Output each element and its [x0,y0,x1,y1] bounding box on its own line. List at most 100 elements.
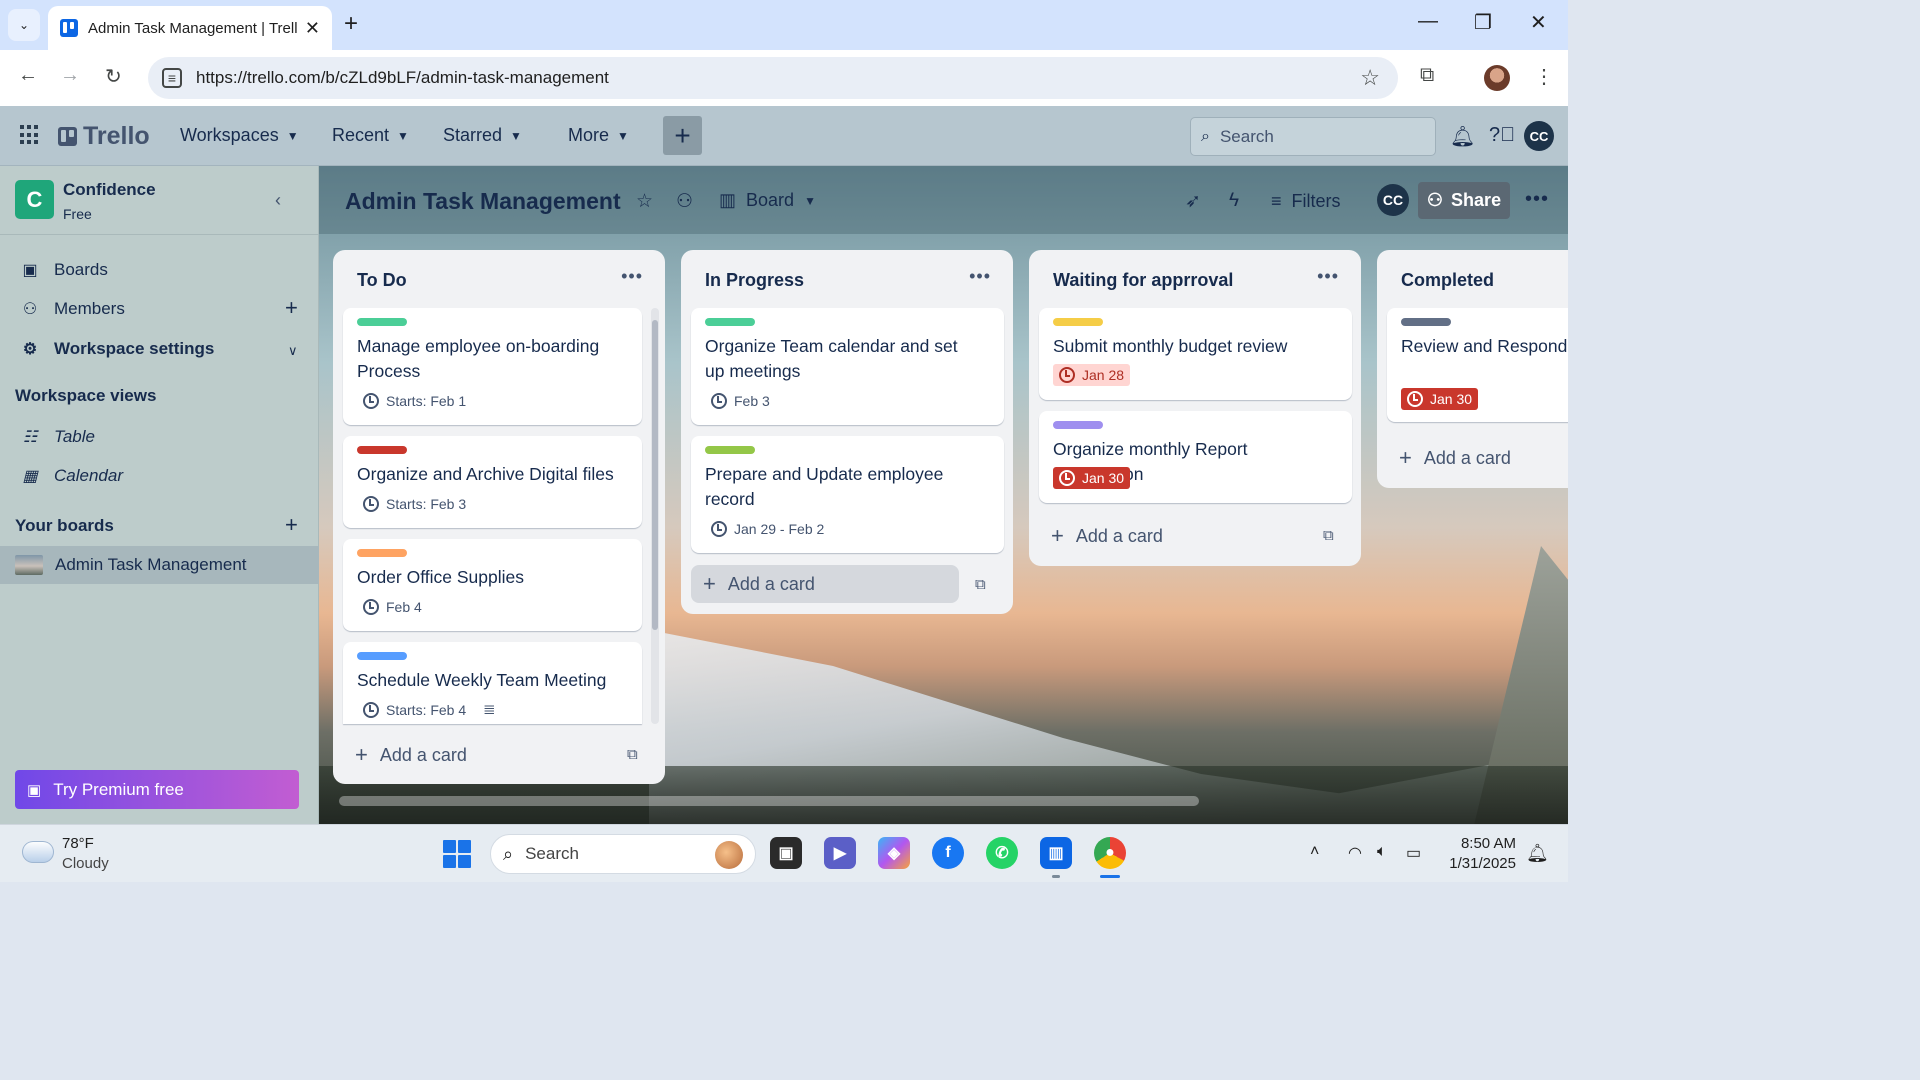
star-board-icon[interactable]: ☆ [636,190,653,213]
card[interactable]: Prepare and Update employee record Jan 2… [691,436,1004,553]
try-premium-button[interactable]: ▣ Try Premium free [15,770,299,809]
minimize-icon[interactable]: — [1418,10,1438,33]
list-title[interactable]: In Progress [705,270,804,291]
site-settings-icon[interactable]: ≡ [162,68,182,88]
power-ups-rocket-icon[interactable]: ➶ [1185,190,1201,213]
add-card-button[interactable]: + Add a card [1039,517,1307,555]
card[interactable]: Manage employee on-boarding Process Star… [343,308,642,425]
facebook-icon[interactable]: f [932,837,964,869]
notification-bell-icon[interactable]: 🔔︎ [1526,843,1549,864]
list-completed: Completed Review and Respond to inquirie… [1377,250,1568,488]
list-scrollbar[interactable] [651,308,659,724]
chrome-icon[interactable]: ● [1094,837,1126,869]
help-icon[interactable]: ?⃝ [1489,124,1515,147]
notifications-icon[interactable]: 🔔︎ [1450,124,1475,149]
tab-search-button[interactable]: ⌄ [8,9,40,41]
teams-icon[interactable]: ▶ [824,837,856,869]
board-menu-icon[interactable]: ••• [1525,188,1549,211]
list-menu-icon[interactable]: ••• [969,266,991,287]
list-title[interactable]: To Do [357,270,407,291]
chevron-down-icon[interactable]: ∨ [288,343,298,359]
list-to-do: To Do ••• Manage employee on-boarding Pr… [333,250,665,784]
browser-menu-icon[interactable]: ⋮ [1534,64,1554,89]
trello-app-icon[interactable]: ▥ [1040,837,1072,869]
volume-icon[interactable]: 🔈︎ [1377,843,1387,861]
divider [0,234,319,235]
wifi-icon[interactable]: ◠ [1348,843,1362,863]
scrollbar-thumb[interactable] [652,320,658,630]
account-avatar[interactable]: CC [1524,121,1554,151]
sidebar-item-workspace-settings[interactable]: ⚙ Workspace settings [20,339,214,359]
cloud-icon[interactable] [22,841,54,863]
browser-tab-active[interactable]: Admin Task Management | Trello ✕ [48,6,332,50]
card-template-icon[interactable]: ⧉ [975,576,986,593]
board-member-avatar[interactable]: CC [1377,184,1409,216]
board-title[interactable]: Admin Task Management [345,188,621,215]
window-close-icon[interactable]: ✕ [1530,10,1547,35]
nav-recent[interactable]: Recent ▼ [332,125,409,146]
sidebar-item-members[interactable]: ⚇ Members [20,299,125,319]
clock-time[interactable]: 8:50 AM [1458,835,1516,852]
back-arrow-icon[interactable]: ← [18,64,38,87]
reload-icon[interactable]: ↻ [105,64,122,89]
clock-icon [363,702,379,718]
board-horizontal-scrollbar[interactable] [339,796,1199,806]
card-template-icon[interactable]: ⧉ [627,746,638,763]
sidebar-item-table[interactable]: ☷ Table [20,427,95,447]
copilot-icon[interactable]: ◈ [878,837,910,869]
card[interactable]: Organize monthly Report Submission Jan 3… [1039,411,1352,503]
chevron-up-icon[interactable]: ˄ [1310,843,1319,861]
address-bar[interactable]: ≡ https://trello.com/b/cZLd9bLF/admin-ta… [148,57,1398,99]
app-switcher-icon[interactable] [20,125,40,145]
add-card-button[interactable]: + Add a card [691,565,959,603]
sidebar-item-calendar[interactable]: ▦ Calendar [20,466,123,486]
list-title[interactable]: Waiting for apprroval [1053,270,1233,291]
weather-condition[interactable]: Cloudy [62,855,109,872]
card[interactable]: Organize Team calendar and set up meetin… [691,308,1004,425]
card[interactable]: Schedule Weekly Team Meeting Starts: Feb… [343,642,642,724]
workspace-name[interactable]: Confidence [63,180,156,200]
share-button[interactable]: ⚇ Share [1418,182,1510,219]
create-button[interactable]: + [663,116,702,155]
nav-starred[interactable]: Starred ▼ [443,125,522,146]
list-menu-icon[interactable]: ••• [1317,266,1339,287]
url-text[interactable]: https://trello.com/b/cZLd9bLF/admin-task… [196,68,609,88]
profile-avatar[interactable] [1484,65,1510,91]
taskbar-search-input[interactable]: ⌕ Search [490,834,756,874]
restore-icon[interactable]: ❐ [1474,10,1492,35]
card-template-icon[interactable]: ⧉ [1323,527,1334,544]
nav-more[interactable]: More ▼ [568,125,629,146]
windows-start-icon[interactable] [443,840,471,868]
new-tab-button[interactable]: + [344,10,358,38]
sidebar-item-boards[interactable]: ▣ Boards [20,260,107,280]
nav-workspaces[interactable]: Workspaces ▼ [180,125,299,146]
bookmark-star-icon[interactable]: ☆ [1360,65,1380,91]
close-tab-icon[interactable]: ✕ [305,18,320,39]
sidebar-board-admin-task-management[interactable]: Admin Task Management [0,546,319,584]
add-card-button[interactable]: + Add a card [1387,439,1568,477]
weather-temperature[interactable]: 78°F [62,835,94,852]
extensions-puzzle-icon[interactable]: ⧉ [1420,64,1434,87]
task-view-icon[interactable]: ▣ [770,837,802,869]
add-board-icon[interactable]: + [285,512,298,538]
list-menu-icon[interactable]: ••• [621,266,643,287]
collapse-sidebar-icon[interactable]: ‹ [275,190,281,211]
clock-date[interactable]: 1/31/2025 [1440,855,1516,872]
card[interactable]: Order Office Supplies Feb 4 [343,539,642,631]
add-card-button[interactable]: + Add a card [343,736,611,774]
add-member-icon[interactable]: + [285,295,298,321]
battery-icon[interactable]: ▭ [1406,843,1421,863]
card[interactable]: Organize and Archive Digital files Start… [343,436,642,528]
card[interactable]: Submit monthly budget review Jan 28 [1039,308,1352,400]
filters-button[interactable]: ≡ Filters [1271,191,1341,212]
trello-logo[interactable]: Trello [58,122,150,151]
automation-bolt-icon[interactable]: ϟ [1229,190,1239,212]
search-placeholder: Search [525,844,579,863]
forward-arrow-icon[interactable]: → [60,64,80,87]
visibility-icon[interactable]: ⚇ [676,190,693,213]
card[interactable]: Review and Respond to inquiries Jan 30 [1387,308,1568,422]
whatsapp-icon[interactable]: ✆ [986,837,1018,869]
board-view-switcher[interactable]: ▥ Board ▼ [719,190,816,211]
list-title[interactable]: Completed [1401,270,1494,291]
search-input[interactable]: ⌕ Search [1190,117,1436,156]
